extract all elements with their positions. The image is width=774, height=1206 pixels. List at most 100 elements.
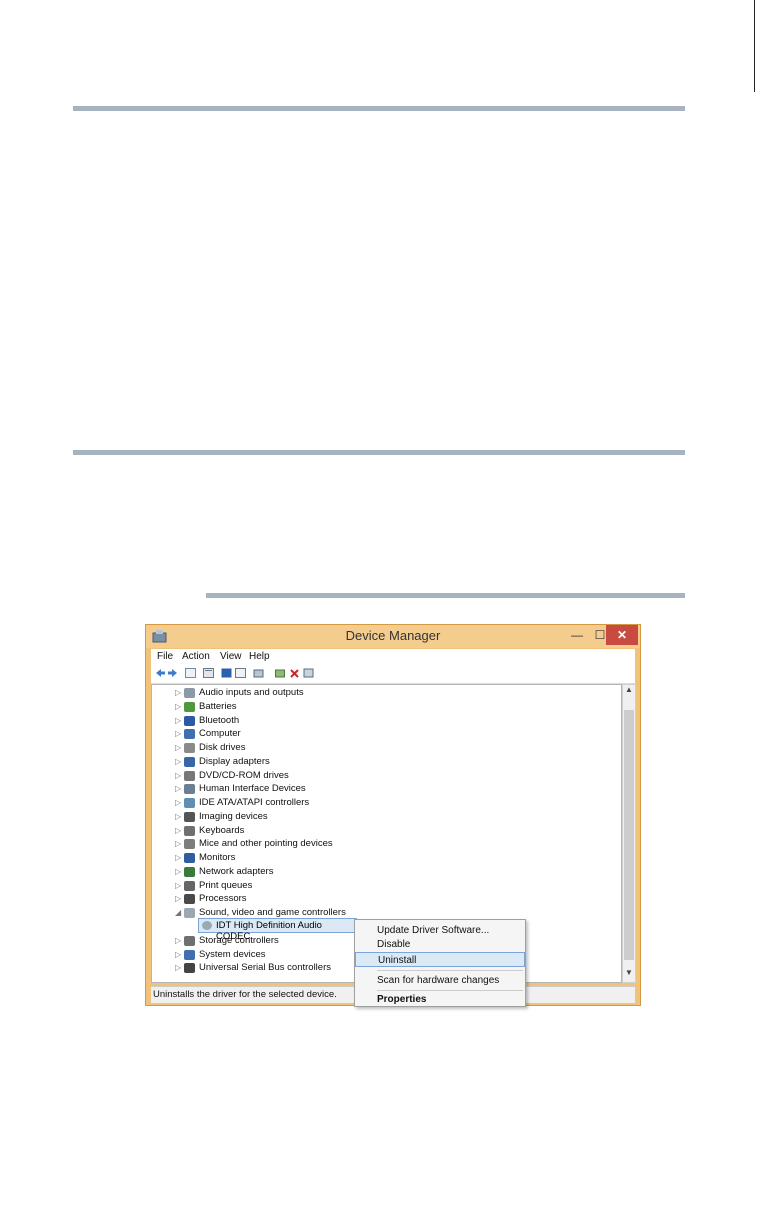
expand-arrow-icon[interactable]: ▷ bbox=[175, 839, 181, 848]
sound-icon bbox=[184, 908, 195, 918]
tree-item[interactable]: ▷ Audio inputs and outputs bbox=[152, 687, 452, 700]
tree-item-label: Print queues bbox=[199, 879, 253, 891]
tree-item-label: Batteries bbox=[199, 700, 237, 712]
expand-arrow-icon[interactable]: ▷ bbox=[175, 867, 181, 876]
update-driver-icon[interactable] bbox=[275, 668, 286, 678]
context-separator bbox=[377, 990, 523, 991]
context-uninstall[interactable]: Uninstall bbox=[355, 952, 525, 967]
context-item-label: Disable bbox=[377, 939, 411, 950]
context-scan-hardware[interactable]: Scan for hardware changes bbox=[355, 973, 525, 988]
expand-arrow-icon[interactable]: ▷ bbox=[175, 812, 181, 821]
tree-item[interactable]: ▷ Bluetooth bbox=[152, 715, 452, 728]
tree-item[interactable]: ▷ Batteries bbox=[152, 701, 452, 714]
tree-item-label: Mice and other pointing devices bbox=[199, 838, 333, 850]
menu-help[interactable]: Help bbox=[249, 651, 270, 662]
context-update-driver[interactable]: Update Driver Software... bbox=[355, 923, 525, 938]
tree-item-label: Audio inputs and outputs bbox=[199, 687, 304, 698]
expand-arrow-icon[interactable]: ▷ bbox=[175, 881, 181, 890]
tree-item-label: Processors bbox=[199, 893, 247, 905]
toolbar bbox=[151, 665, 635, 684]
camera-icon bbox=[184, 811, 195, 822]
expand-arrow-icon[interactable]: ▷ bbox=[175, 729, 181, 738]
expand-arrow-icon[interactable]: ▷ bbox=[175, 853, 181, 862]
vertical-scrollbar[interactable]: ▲ ▼ bbox=[622, 684, 636, 983]
expand-arrow-icon[interactable]: ▷ bbox=[175, 950, 181, 959]
tree-item[interactable]: ▷ Network adapters bbox=[152, 866, 452, 879]
title-bar[interactable]: Device Manager — ☐ ✕ bbox=[146, 625, 640, 648]
menu-view[interactable]: View bbox=[220, 651, 242, 662]
expand-arrow-icon[interactable]: ▷ bbox=[175, 743, 181, 752]
context-menu: Update Driver Software... Disable Uninst… bbox=[354, 919, 526, 1007]
tree-item[interactable]: ▷ Computer bbox=[152, 728, 452, 741]
expand-arrow-icon[interactable]: ▷ bbox=[175, 757, 181, 766]
forward-arrow-icon[interactable] bbox=[167, 668, 178, 678]
ide-controller-icon bbox=[184, 798, 195, 808]
expand-arrow-icon[interactable]: ▷ bbox=[175, 688, 181, 697]
context-separator bbox=[377, 970, 523, 971]
close-button[interactable]: ✕ bbox=[606, 625, 638, 645]
bluetooth-icon bbox=[184, 715, 195, 726]
tree-item[interactable]: ▷ IDE ATA/ATAPI controllers bbox=[152, 797, 452, 810]
help-icon[interactable] bbox=[221, 668, 232, 678]
menu-action[interactable]: Action bbox=[182, 651, 210, 662]
system-device-icon bbox=[184, 949, 195, 960]
scroll-up-icon[interactable]: ▲ bbox=[623, 685, 635, 699]
expand-arrow-icon[interactable]: ▷ bbox=[175, 936, 181, 945]
status-text: Uninstalls the driver for the selected d… bbox=[153, 989, 337, 1000]
speaker-icon bbox=[184, 688, 195, 698]
expand-arrow-icon[interactable]: ▷ bbox=[175, 784, 181, 793]
tree-item-label: Disk drives bbox=[199, 742, 246, 753]
back-arrow-icon[interactable] bbox=[155, 668, 166, 678]
context-disable[interactable]: Disable bbox=[355, 937, 525, 952]
scan-hardware-icon[interactable] bbox=[253, 668, 264, 678]
collapse-arrow-icon[interactable]: ◢ bbox=[175, 908, 181, 917]
display-adapter-icon bbox=[184, 756, 195, 767]
tree-item-label: Sound, video and game controllers bbox=[199, 907, 346, 918]
tree-item[interactable]: ▷ Disk drives bbox=[152, 742, 452, 755]
dvd-drive-icon bbox=[184, 770, 195, 781]
note-bottom-rule bbox=[73, 450, 685, 455]
scroll-down-icon[interactable]: ▼ bbox=[623, 968, 635, 982]
context-item-label: Properties bbox=[377, 994, 427, 1005]
minimize-button[interactable]: — bbox=[565, 625, 589, 645]
view-icon[interactable] bbox=[235, 668, 246, 678]
tree-item[interactable]: ▷ Print queues bbox=[152, 880, 452, 893]
tree-item-label: Human Interface Devices bbox=[199, 783, 306, 795]
expand-arrow-icon[interactable]: ▷ bbox=[175, 716, 181, 725]
tree-item[interactable]: ▷ Imaging devices bbox=[152, 811, 452, 824]
processor-icon bbox=[184, 894, 195, 905]
expand-arrow-icon[interactable]: ▷ bbox=[175, 894, 181, 903]
tree-item[interactable]: ▷ Monitors bbox=[152, 852, 452, 865]
context-properties[interactable]: Properties bbox=[355, 992, 525, 1007]
tree-item-label: Computer bbox=[199, 728, 241, 740]
hid-icon bbox=[184, 784, 195, 795]
keyboard-icon bbox=[184, 825, 195, 836]
expand-arrow-icon[interactable]: ▷ bbox=[175, 963, 181, 972]
show-hide-console-tree-icon[interactable] bbox=[185, 668, 196, 678]
tree-item-idt-audio-codec[interactable]: IDT High Definition Audio CODEC bbox=[198, 918, 357, 942]
context-item-label: Scan for hardware changes bbox=[377, 975, 500, 986]
expand-arrow-icon[interactable]: ▷ bbox=[175, 798, 181, 807]
menu-file[interactable]: File bbox=[157, 651, 173, 662]
storage-controller-icon bbox=[184, 935, 195, 946]
battery-icon bbox=[184, 701, 195, 712]
tree-item[interactable]: ▷ Processors bbox=[152, 893, 452, 906]
network-adapter-icon bbox=[184, 866, 195, 877]
tree-item[interactable]: ▷ Keyboards bbox=[152, 825, 452, 838]
expand-arrow-icon[interactable]: ▷ bbox=[175, 826, 181, 835]
expand-arrow-icon[interactable]: ▷ bbox=[175, 771, 181, 780]
tree-item-label: System devices bbox=[199, 948, 266, 960]
page-edge-line bbox=[754, 0, 755, 92]
printer-icon bbox=[184, 880, 195, 891]
context-item-label: Uninstall bbox=[378, 955, 417, 966]
mouse-icon bbox=[184, 839, 195, 850]
tree-item[interactable]: ▷ Human Interface Devices bbox=[152, 783, 452, 796]
scroll-thumb[interactable] bbox=[624, 710, 634, 960]
uninstall-device-icon[interactable] bbox=[289, 668, 300, 678]
disable-device-icon[interactable] bbox=[303, 668, 314, 678]
expand-arrow-icon[interactable]: ▷ bbox=[175, 702, 181, 711]
tree-item[interactable]: ▷ DVD/CD-ROM drives bbox=[152, 770, 452, 783]
tree-item[interactable]: ▷ Display adapters bbox=[152, 756, 452, 769]
tree-item[interactable]: ▷ Mice and other pointing devices bbox=[152, 838, 452, 851]
properties-icon[interactable] bbox=[203, 668, 214, 678]
